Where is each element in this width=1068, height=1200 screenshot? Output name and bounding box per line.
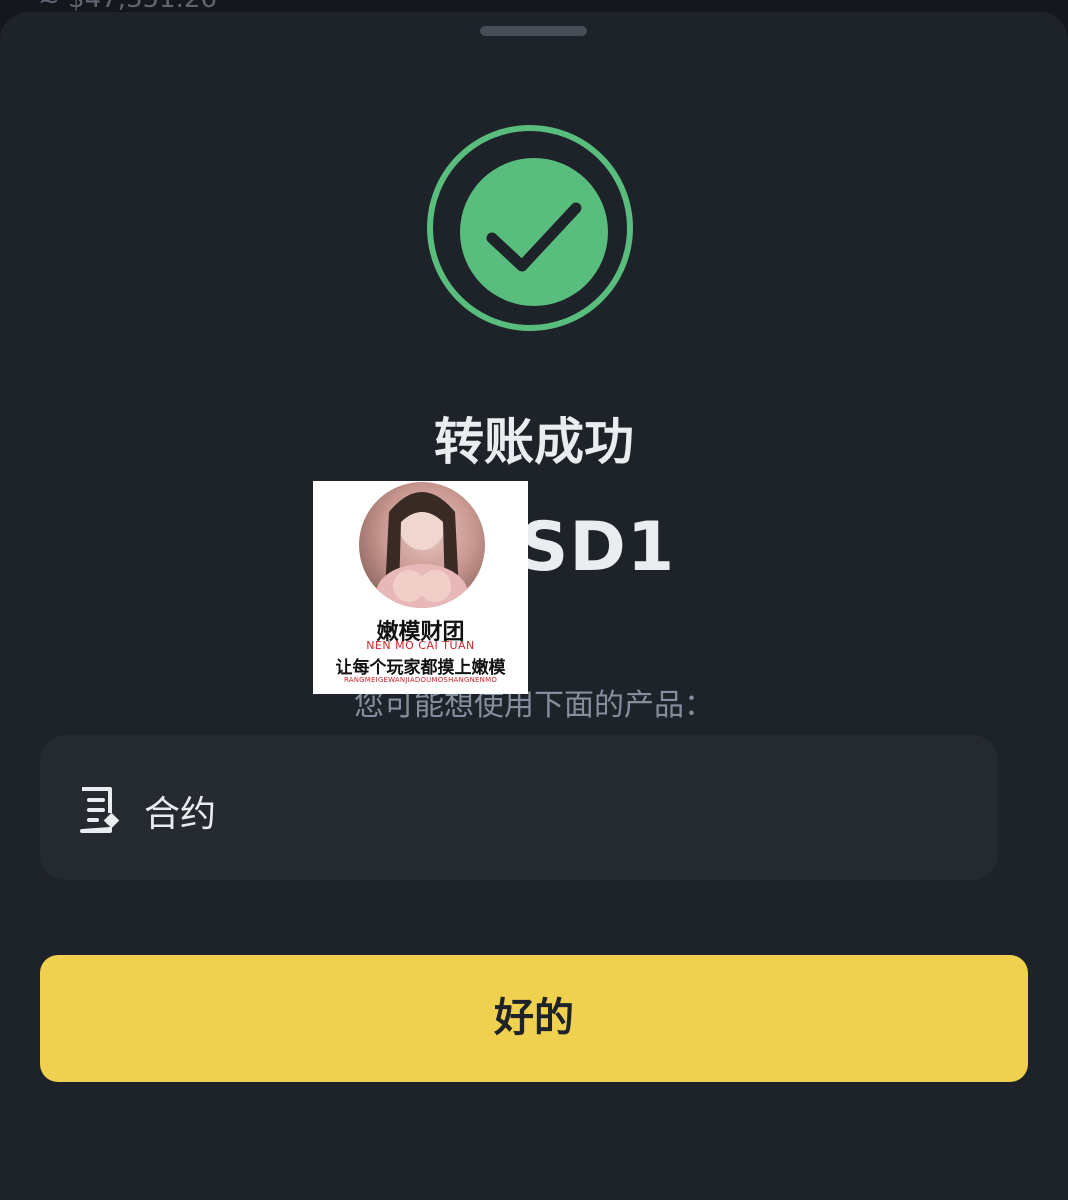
- dialog-title: 转账成功: [434, 413, 634, 471]
- contract-document-icon: [76, 785, 122, 835]
- ok-button[interactable]: 好的: [40, 955, 1028, 1082]
- success-check-icon: [460, 158, 608, 306]
- watermark-avatar: [359, 482, 485, 608]
- product-item-contract[interactable]: 合约: [40, 735, 998, 880]
- product-hint: 您可能想使用下面的产品：: [354, 688, 714, 723]
- watermark-slogan: 让每个玩家都摸上嫩模: [335, 658, 506, 678]
- watermark-slogan-pinyin: RANGMEIGEWANJIADOUMOSHANGNENMO: [343, 676, 498, 684]
- sheet-drag-handle[interactable]: [480, 26, 587, 36]
- watermark-sticker: 嫩模财团 NEN MO CAI TUAN 让每个玩家都摸上嫩模 RANGMEIG…: [313, 481, 528, 694]
- watermark-subtitle: NEN MO CAI TUAN: [366, 639, 475, 652]
- transfer-amount: 5USD1: [0, 508, 1068, 587]
- product-label: 合约: [144, 794, 217, 835]
